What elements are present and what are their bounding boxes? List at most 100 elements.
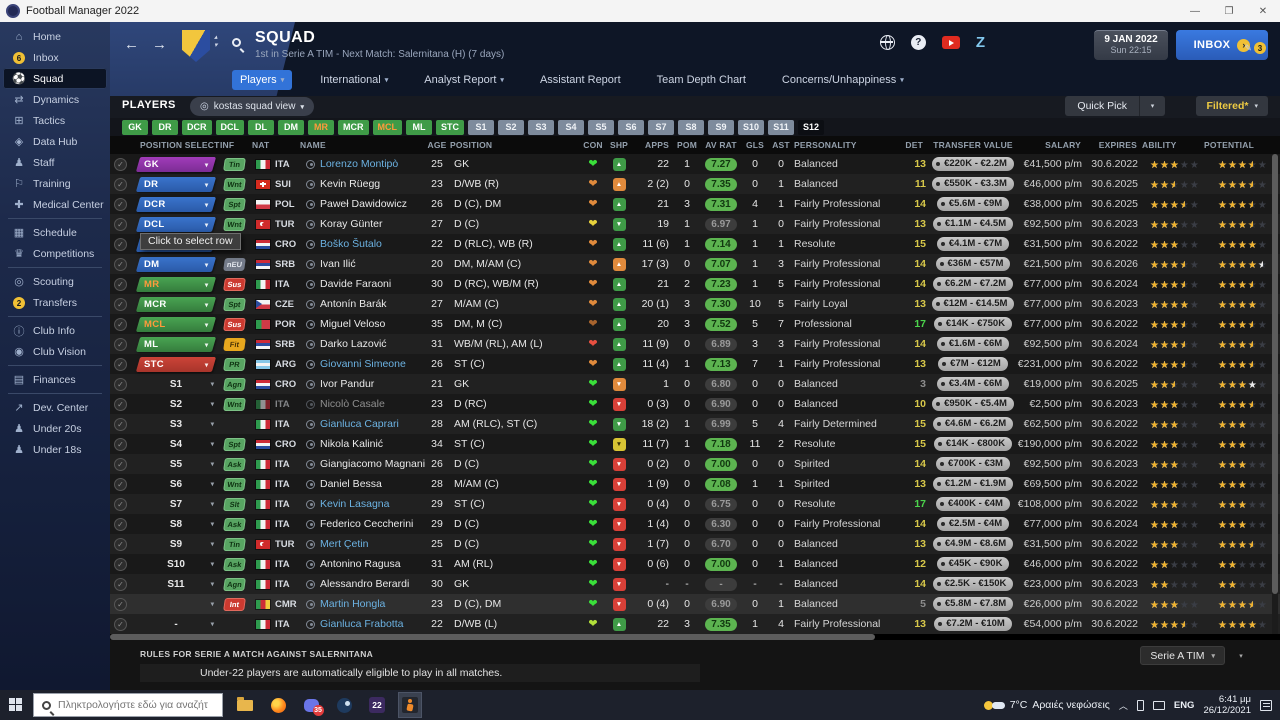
player-name[interactable]: Boško Šutalo: [320, 238, 382, 250]
info-badge[interactable]: Slt: [223, 497, 246, 511]
column-header-age[interactable]: AGE: [424, 140, 450, 150]
player-name[interactable]: Paweł Dawidowicz: [320, 198, 407, 210]
position-badge[interactable]: DR ▾: [135, 176, 217, 192]
competition-selector[interactable]: Serie A TIM ▾: [1140, 646, 1225, 665]
sidebar-item-home[interactable]: ⌂ Home: [3, 26, 107, 47]
taskbar-search-input[interactable]: [58, 699, 208, 711]
position-slot[interactable]: S2 ▾: [138, 399, 214, 410]
position-badge[interactable]: ML ▾: [135, 336, 217, 352]
news-indicator[interactable]: ✎ 3: [1244, 42, 1266, 54]
position-badge[interactable]: STC ▾: [135, 356, 217, 372]
row-checkbox[interactable]: ✓: [114, 417, 127, 431]
player-name[interactable]: Miguel Veloso: [320, 318, 385, 330]
row-checkbox[interactable]: ✓: [114, 197, 127, 211]
steam-icon[interactable]: [332, 692, 356, 718]
pos-filter-s5[interactable]: S5: [588, 119, 614, 135]
table-row[interactable]: ✓ S10 ▾ Ask ITA Antonino Ragusa 31 AM (RL) ❤ ▼ 0 (…: [110, 554, 1280, 574]
pos-filter-s6[interactable]: S6: [618, 119, 644, 135]
row-checkbox[interactable]: ✓: [114, 257, 127, 271]
info-badge[interactable]: Tin: [223, 157, 246, 171]
info-badge[interactable]: Tin: [223, 537, 246, 551]
sidebar-item-squad[interactable]: ⚽ Squad: [3, 68, 107, 89]
notification-center-icon[interactable]: [1260, 699, 1272, 711]
sidebar-item-data-hub[interactable]: ◈ Data Hub: [3, 131, 107, 152]
column-header-salary[interactable]: SALARY: [1018, 140, 1086, 150]
info-badge[interactable]: Wnt: [223, 217, 246, 231]
position-slot[interactable]: S1 ▾: [138, 379, 214, 390]
player-name[interactable]: Antonín Barák: [320, 298, 387, 310]
tab-international[interactable]: International ▾: [312, 70, 396, 90]
table-row[interactable]: ✓ MCR ▾ Spt CZE Antonín Barák 27 M/AM (C) ❤ ▲ 20 (…: [110, 294, 1280, 314]
row-checkbox[interactable]: ✓: [114, 477, 127, 491]
hidden-icons-button[interactable]: ︿: [1119, 699, 1128, 712]
position-slot[interactable]: S9 ▾: [138, 539, 214, 550]
player-name[interactable]: Lorenzo Montipò: [320, 158, 398, 170]
pos-filter-s3[interactable]: S3: [528, 119, 554, 135]
pos-filter-s9[interactable]: S9: [708, 119, 734, 135]
youtube-icon[interactable]: [941, 36, 960, 49]
table-row[interactable]: ✓ S8 ▾ Ask ITA Federico Ceccherini 29 D (C) ❤ ▼ 1 …: [110, 514, 1280, 534]
file-explorer-icon[interactable]: [233, 692, 257, 718]
table-row[interactable]: ✓DL▾CROBoško Šutalo22D (RLC), WB (R)❤▲11…: [110, 234, 1280, 254]
info-badge[interactable]: Ask: [223, 557, 246, 571]
column-header-potential[interactable]: POTENTIAL: [1204, 140, 1280, 150]
row-checkbox[interactable]: ✓: [114, 377, 127, 391]
info-badge[interactable]: Ask: [223, 517, 246, 531]
sidebar-item-dynamics[interactable]: ⇄ Dynamics: [3, 89, 107, 110]
column-header-av-rat[interactable]: AV RAT: [700, 140, 742, 150]
pos-filter-gk[interactable]: GK: [122, 119, 148, 135]
sidebar-item-competitions[interactable]: ♛ Competitions: [3, 243, 107, 264]
minimize-button[interactable]: —: [1178, 0, 1212, 22]
back-button[interactable]: ←: [124, 36, 139, 53]
horizontal-scrollbar[interactable]: [110, 634, 1280, 640]
table-row[interactable]: ✓ S11 ▾ Agn ITA Alessandro Berardi 30 GK ❤ ▼ - - - - -…: [110, 574, 1280, 594]
pos-filter-mcl[interactable]: MCL: [372, 119, 402, 135]
row-checkbox[interactable]: ✓: [114, 597, 127, 611]
language-indicator[interactable]: ENG: [1174, 700, 1195, 711]
table-row[interactable]: ✓ S2 ▾ Wnt ITA Nicolò Casale 23 D (RC) ❤ ▼ 0 (3) 0 6…: [110, 394, 1280, 414]
row-checkbox[interactable]: ✓: [114, 557, 127, 571]
player-name[interactable]: Daniel Bessa: [320, 478, 382, 490]
player-name[interactable]: Nikola Kalinić: [320, 438, 383, 450]
pos-filter-stc[interactable]: STC: [436, 119, 464, 135]
column-header-name[interactable]: NAME: [300, 140, 424, 150]
player-name[interactable]: Martin Hongla: [320, 598, 385, 610]
player-name[interactable]: Federico Ceccherini: [320, 518, 413, 530]
row-checkbox[interactable]: ✓: [114, 517, 127, 531]
table-row[interactable]: ✓ - ▾ ITA Gianluca Frabotta 22 D/WB (L) ❤ ▲ 22 3 7.…: [110, 614, 1280, 634]
sidebar-item-scouting[interactable]: ◎ Scouting: [3, 271, 107, 292]
table-row[interactable]: ✓ DCR ▾ Spt POL Paweł Dawidowicz 26 D (C), DM ❤ ▲…: [110, 194, 1280, 214]
row-checkbox[interactable]: ✓: [114, 297, 127, 311]
column-header-det[interactable]: DET: [904, 140, 928, 150]
tab-team-depth-chart[interactable]: Team Depth Chart: [649, 70, 754, 90]
table-row[interactable]: ✓ S7 ▾ Slt ITA Kevin Lasagna 29 ST (C) ❤ ▼ 0 (4) 0 6…: [110, 494, 1280, 514]
info-badge[interactable]: nEU: [223, 257, 246, 271]
phone-link-icon[interactable]: [1136, 699, 1144, 711]
player-name[interactable]: Kevin Rüegg: [320, 178, 380, 190]
quick-pick-button[interactable]: Quick Pick ▾: [1065, 96, 1165, 116]
position-badge[interactable]: MCL ▾: [135, 316, 217, 332]
player-name[interactable]: Ivan Ilić: [320, 258, 356, 270]
close-button[interactable]: ✕: [1246, 0, 1280, 22]
column-header-apps[interactable]: APPS: [632, 140, 674, 150]
forward-button[interactable]: →: [152, 36, 167, 53]
column-header-inf[interactable]: INF: [220, 140, 252, 150]
row-checkbox[interactable]: ✓: [114, 617, 127, 631]
filter-button[interactable]: Filtered* ▾: [1196, 96, 1268, 116]
pos-filter-dm[interactable]: DM: [278, 119, 304, 135]
table-row[interactable]: ✓ S1 ▾ Agn CRO Ivor Pandur 21 GK ❤ ▼ 1 0 6.80 0 0 Balan…: [110, 374, 1280, 394]
row-checkbox[interactable]: ✓: [114, 537, 127, 551]
help-icon[interactable]: ?: [910, 35, 926, 50]
network-icon[interactable]: [1152, 700, 1165, 710]
sidebar-item-staff[interactable]: ♟ Staff: [3, 152, 107, 173]
sidebar-item-tactics[interactable]: ⊞ Tactics: [3, 110, 107, 131]
position-slot[interactable]: S7 ▾: [138, 499, 214, 510]
sidebar-item-under-18s[interactable]: ♟ Under 18s: [3, 439, 107, 460]
competition-caret-button[interactable]: ▾: [1232, 646, 1250, 665]
info-badge[interactable]: Agn: [223, 377, 246, 391]
sidebar-item-training[interactable]: ⚐ Training: [3, 173, 107, 194]
taskbar-search[interactable]: [33, 693, 223, 717]
vertical-scrollbar[interactable]: [1272, 154, 1278, 634]
column-header-transfer-value[interactable]: TRANSFER VALUE: [928, 140, 1018, 150]
sidebar-item-dev-center[interactable]: ↗ Dev. Center: [3, 397, 107, 418]
